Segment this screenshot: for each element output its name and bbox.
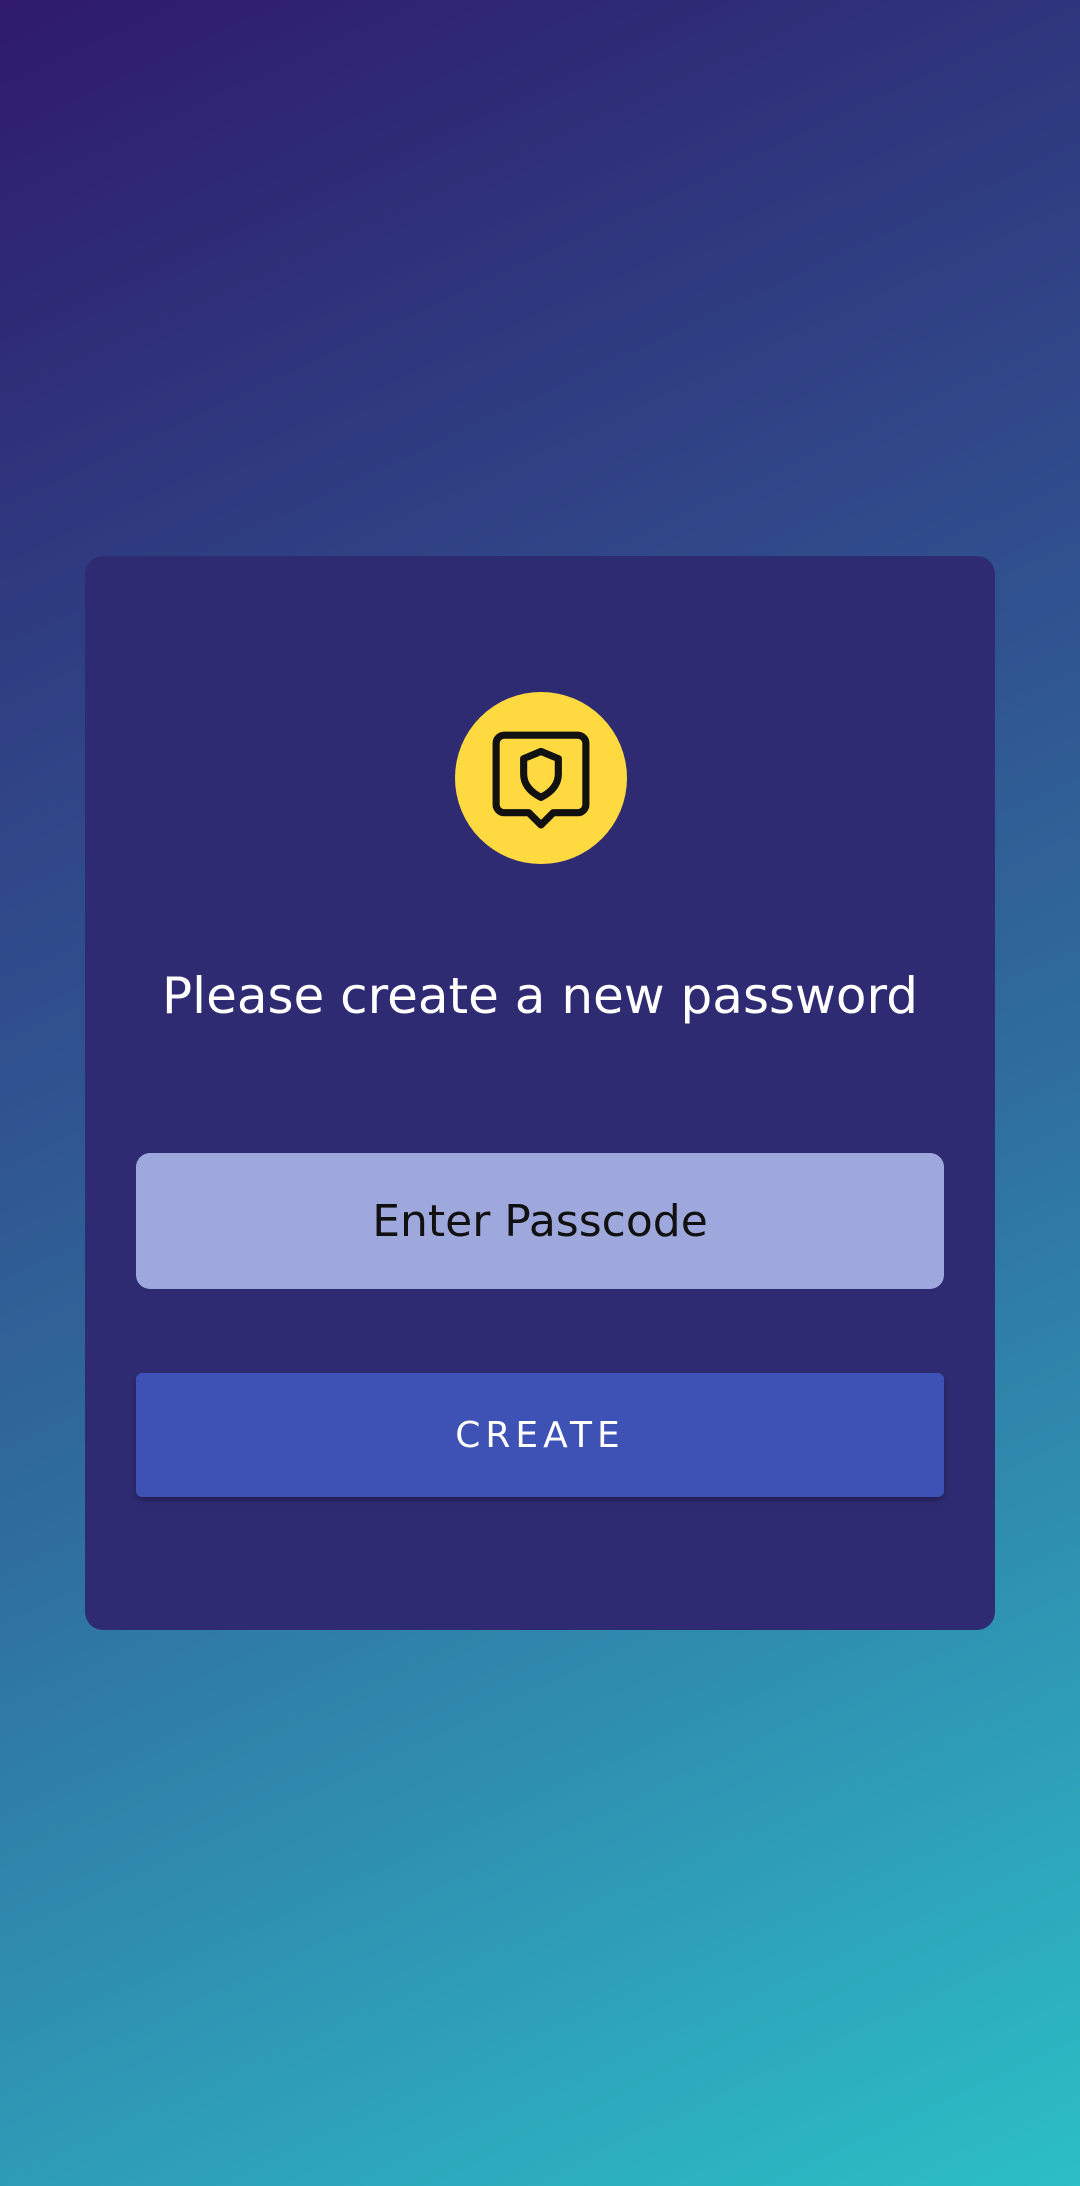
shield-message-glyph [492, 731, 590, 829]
passcode-input[interactable] [136, 1152, 944, 1290]
create-password-card: Please create a new password CREATE [85, 556, 995, 1630]
passcode-field[interactable] [136, 1152, 944, 1290]
create-button[interactable]: CREATE [136, 1373, 944, 1497]
dialog-title: Please create a new password [162, 967, 918, 1025]
shield-message-icon [455, 692, 627, 864]
